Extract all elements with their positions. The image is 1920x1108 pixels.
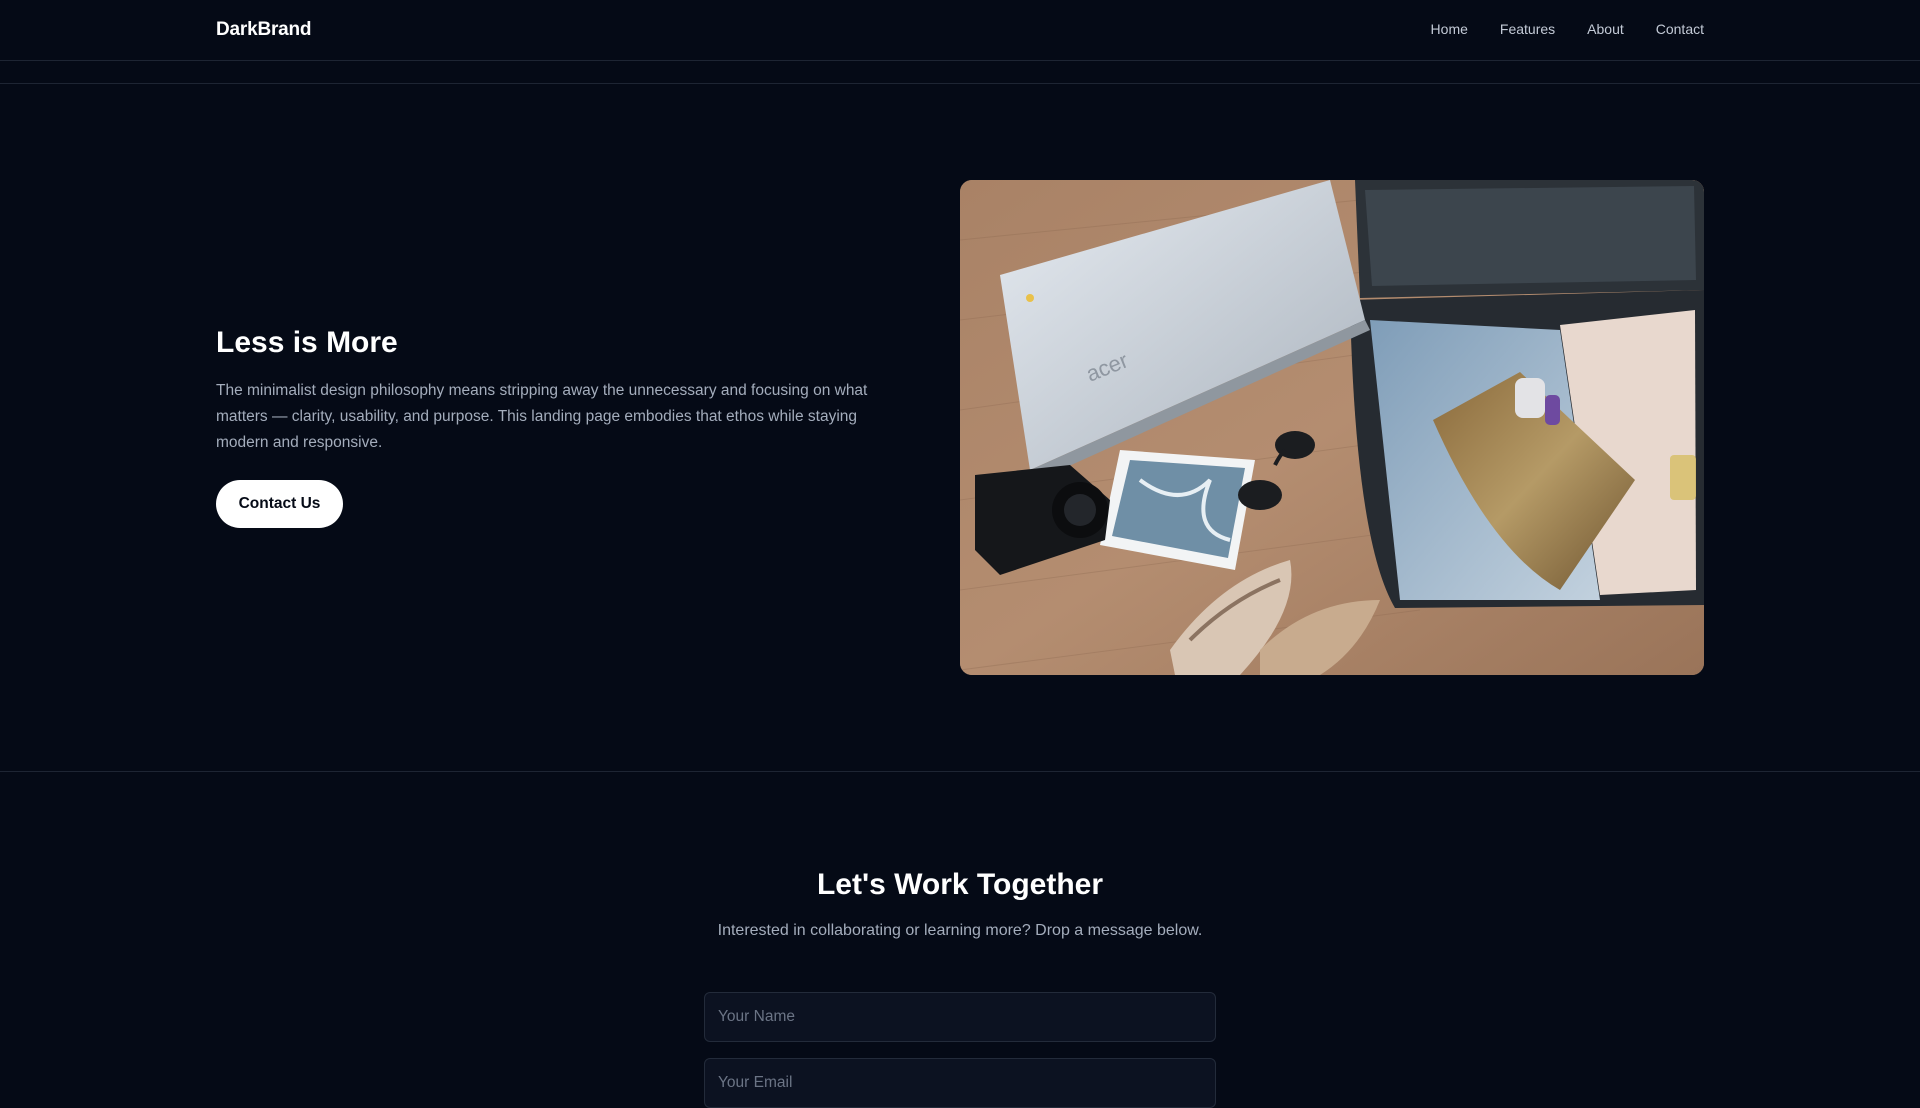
top-navbar: DarkBrand Home Features About Contact [0, 0, 1920, 61]
header-divider [0, 83, 1920, 84]
nav-link-home[interactable]: Home [1431, 21, 1468, 37]
contact-subtitle: Interested in collaborating or learning … [717, 922, 1203, 939]
email-input[interactable] [704, 1058, 1216, 1108]
name-input[interactable] [704, 992, 1216, 1042]
hero-photo: acer [960, 180, 1704, 675]
nav-link-features[interactable]: Features [1500, 21, 1555, 37]
brand-logo[interactable]: DarkBrand [216, 19, 312, 41]
hero-image: acer [960, 180, 1704, 675]
hero-title: Less is More [216, 326, 398, 359]
nav-link-about[interactable]: About [1587, 21, 1624, 37]
hero-description: The minimalist design philosophy means s… [216, 382, 868, 451]
nav-link-contact[interactable]: Contact [1656, 21, 1704, 37]
contact-title: Let's Work Together [816, 868, 1104, 901]
main-nav: Home Features About Contact [1431, 21, 1704, 37]
section-divider [0, 771, 1920, 772]
contact-us-button[interactable]: Contact Us [216, 480, 343, 528]
